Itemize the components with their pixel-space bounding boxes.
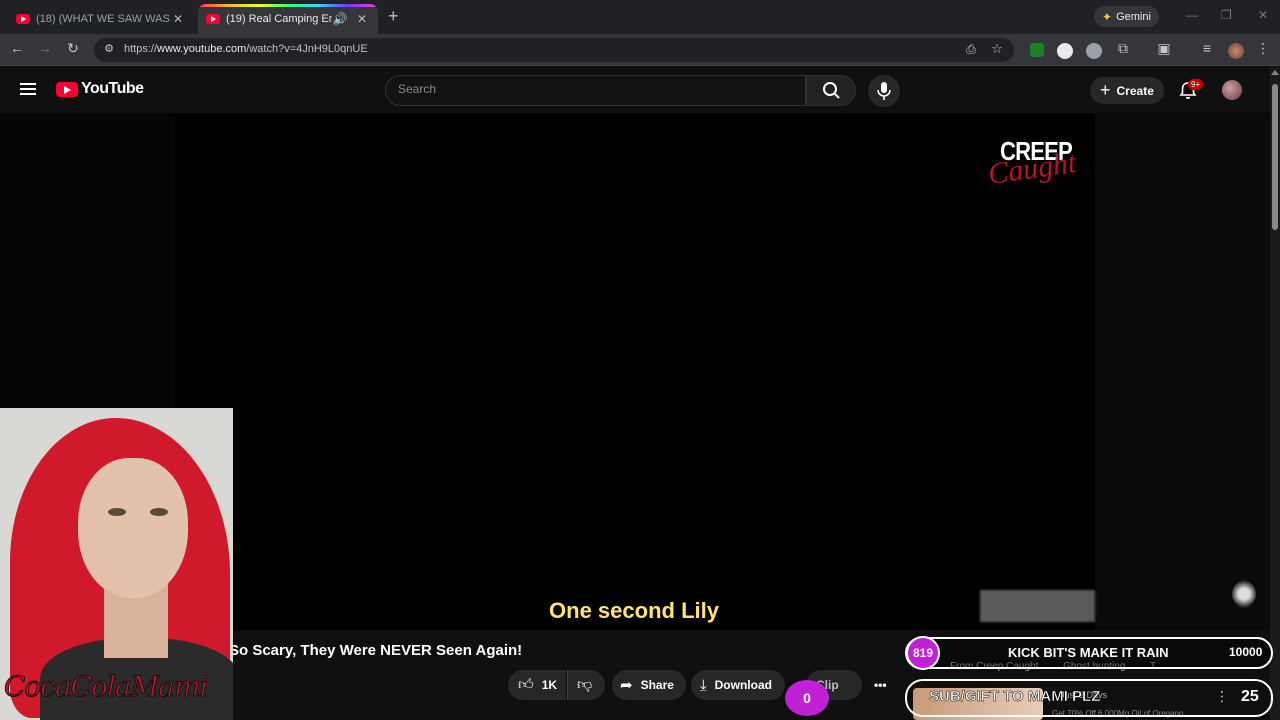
- more-actions-button[interactable]: •••: [866, 670, 896, 700]
- close-tab-icon[interactable]: ✕: [170, 12, 186, 26]
- bookmark-star-icon[interactable]: ☆: [988, 41, 1006, 57]
- create-button[interactable]: + Create: [1090, 77, 1164, 104]
- browser-tab-2-active[interactable]: (19) Real Camping Encounters 🔊 ✕: [198, 4, 378, 34]
- download-label: Download: [714, 678, 772, 692]
- address-bar[interactable]: ⚙ https://www.youtube.com/watch?v=4JnH9L…: [94, 38, 1014, 62]
- reload-icon[interactable]: ↻: [64, 40, 82, 57]
- goal1-count-badge: 819: [906, 636, 940, 670]
- close-tab-icon[interactable]: ✕: [354, 12, 370, 26]
- goal1-label: KICK BIT'S MAKE IT RAIN: [1008, 645, 1169, 660]
- browser-menu-icon[interactable]: ⋮: [1254, 40, 1272, 57]
- download-icon: ⤓: [700, 676, 707, 694]
- plus-icon: +: [1100, 80, 1111, 100]
- youtube-logo-text[interactable]: YouTube: [81, 80, 144, 98]
- minimize-window-icon[interactable]: —: [1186, 8, 1198, 22]
- thumbs-up-icon: 👍︎: [518, 676, 534, 693]
- search-icon: [823, 82, 840, 99]
- side-panel-icon[interactable]: ▣: [1155, 40, 1173, 57]
- restore-window-icon[interactable]: ❐: [1221, 8, 1232, 22]
- download-button[interactable]: ⤓ Download: [691, 670, 785, 700]
- ad-menu-icon[interactable]: ⋮: [1215, 688, 1229, 705]
- goal2-label: SUB/GIFT TO MAMI PLZ: [929, 688, 1101, 706]
- browser-tab-strip: (18) (WHAT WE SAW WAS TERRIFYING) ✕ (19)…: [0, 0, 1280, 34]
- voice-search-button[interactable]: [868, 75, 900, 107]
- forward-arrow-icon[interactable]: →: [36, 40, 54, 56]
- new-tab-button[interactable]: +: [388, 6, 399, 27]
- caption-text: One second Lily: [549, 598, 719, 623]
- more-horizontal-icon: •••: [874, 678, 887, 692]
- video-player[interactable]: [175, 113, 1095, 630]
- kick-extension-icon[interactable]: [1030, 43, 1044, 57]
- extensions-puzzle-icon[interactable]: ⧉: [1114, 40, 1132, 57]
- menu-hamburger-icon[interactable]: [20, 83, 36, 95]
- streamer-webcam: CocaColaMami: [0, 408, 233, 720]
- goal2-target: 25: [1241, 688, 1259, 705]
- goal1-target: 10000: [1229, 645, 1263, 659]
- right-background-panel: [1095, 113, 1270, 630]
- scroll-up-arrow-icon[interactable]: [1271, 70, 1279, 75]
- webcam-eye-right: [150, 508, 168, 516]
- gemini-label: Gemini: [1116, 10, 1151, 23]
- youtube-logo-icon[interactable]: [56, 82, 78, 97]
- url-text: https://www.youtube.com/watch?v=4JnH9L0q…: [124, 43, 368, 55]
- thumbs-down-icon: 👎︎: [577, 676, 593, 693]
- webcam-eye-left: [108, 508, 126, 516]
- dislike-button[interactable]: 👎︎: [567, 670, 605, 700]
- back-arrow-icon[interactable]: ←: [8, 40, 26, 56]
- extension-compass-icon[interactable]: [1057, 43, 1073, 59]
- streamer-name-watermark: CocaColaMami: [3, 670, 208, 704]
- search-box[interactable]: [385, 75, 806, 106]
- site-info-icon[interactable]: ⚙: [100, 42, 118, 55]
- gemini-spark-icon: ✦: [1102, 9, 1113, 24]
- tab-title: (18) (WHAT WE SAW WAS TERRIFYING): [36, 13, 170, 25]
- like-button[interactable]: 👍︎ 1K: [508, 670, 566, 700]
- search-button[interactable]: [806, 75, 856, 106]
- browser-toolbar: ← → ↻ ⚙ https://www.youtube.com/watch?v=…: [0, 34, 1280, 66]
- search-input[interactable]: [398, 82, 778, 96]
- share-arrow-icon: ➦: [620, 677, 633, 694]
- like-count: 1K: [541, 678, 558, 692]
- youtube-favicon-icon: [206, 14, 220, 24]
- create-label: Create: [1116, 83, 1154, 98]
- profile-avatar-icon[interactable]: [1228, 43, 1244, 59]
- gemini-button[interactable]: ✦ Gemini: [1094, 6, 1159, 27]
- media-control-icon[interactable]: ≡: [1198, 40, 1216, 56]
- microphone-icon: [877, 82, 891, 100]
- close-window-icon[interactable]: ✕: [1258, 8, 1268, 22]
- extension-shield-icon[interactable]: [1086, 43, 1102, 59]
- webcam-face: [78, 458, 188, 598]
- account-avatar[interactable]: [1222, 80, 1242, 100]
- goal2-count-badge: 0: [785, 680, 829, 716]
- audio-playing-icon[interactable]: 🔊: [332, 12, 348, 26]
- tab-title: (19) Real Camping Encounters: [226, 13, 332, 25]
- share-label: Share: [640, 678, 674, 692]
- left-background-panel: [0, 113, 175, 408]
- video-title: So Scary, They Were NEVER Seen Again!: [229, 642, 523, 659]
- youtube-favicon-icon: [16, 14, 30, 24]
- share-button[interactable]: ➦ Share: [612, 670, 686, 700]
- browser-tab-1[interactable]: (18) (WHAT WE SAW WAS TERRIFYING) ✕: [8, 4, 194, 34]
- youtube-header: YouTube + Create 9+: [0, 67, 1280, 113]
- install-app-icon[interactable]: ⎙: [962, 42, 980, 57]
- notification-count-badge: 9+: [1188, 79, 1204, 90]
- scrollbar-thumb[interactable]: [1272, 84, 1278, 230]
